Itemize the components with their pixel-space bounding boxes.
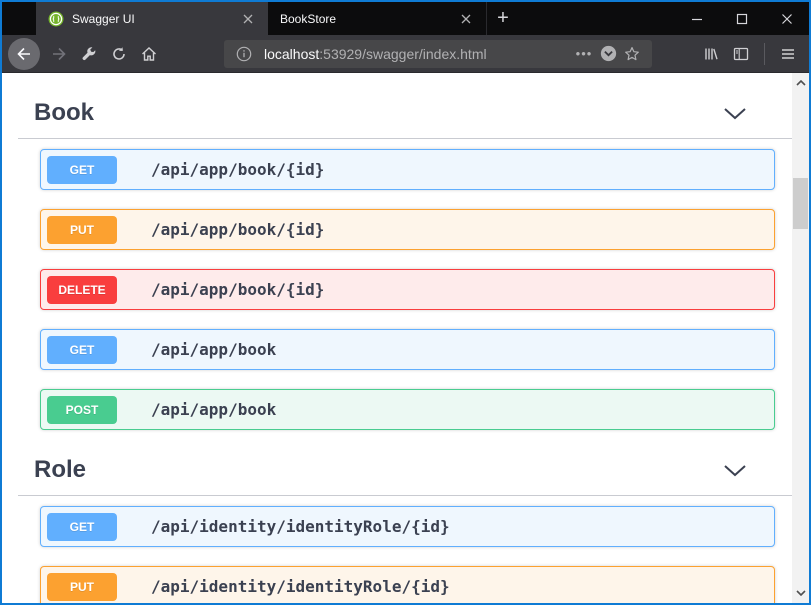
section-divider	[18, 138, 792, 139]
tools-button[interactable]	[74, 39, 104, 69]
url-bar[interactable]: localhost:53929/swagger/index.html •••	[224, 40, 652, 68]
titlebar-drag-area	[519, 2, 674, 35]
operation-row[interactable]: POST /api/app/book	[40, 389, 775, 430]
tab-swagger-ui[interactable]: Swagger UI	[36, 2, 268, 35]
chevron-down-icon[interactable]	[723, 464, 747, 477]
back-button[interactable]	[8, 38, 40, 70]
section-header[interactable]: Role	[40, 456, 775, 484]
pocket-button[interactable]	[596, 42, 620, 66]
bookmark-star-button[interactable]	[620, 42, 644, 66]
maximize-button[interactable]	[719, 2, 764, 35]
operation-path: /api/app/book	[151, 340, 276, 359]
minimize-button[interactable]	[674, 2, 719, 35]
toolbar-divider	[764, 43, 765, 65]
operation-path: /api/identity/identityRole/{id}	[151, 577, 450, 596]
operation-path: /api/app/book/{id}	[151, 220, 324, 239]
operation-list: GET /api/identity/identityRole/{id} PUT …	[40, 506, 775, 603]
tab-title: BookStore	[280, 12, 456, 26]
window-controls	[674, 2, 809, 35]
api-section: Role GET /api/identity/identityRole/{id}…	[40, 456, 775, 603]
api-sections: Book GET /api/app/book/{id} PUT /api/app…	[40, 99, 775, 603]
menu-button[interactable]	[773, 39, 803, 69]
swagger-page: Book GET /api/app/book/{id} PUT /api/app…	[2, 73, 792, 603]
pocket-icon	[600, 45, 617, 62]
tab-strip: Swagger UI BookStore +	[36, 2, 519, 35]
operation-row[interactable]: GET /api/app/book/{id}	[40, 149, 775, 190]
home-button[interactable]	[134, 39, 164, 69]
tab-title: Swagger UI	[72, 12, 238, 26]
section-title: Book	[34, 99, 94, 127]
tab-bar: Swagger UI BookStore +	[2, 2, 809, 35]
sidebar-button[interactable]	[726, 39, 756, 69]
operation-path: /api/identity/identityRole/{id}	[151, 517, 450, 536]
tab-close-icon[interactable]	[456, 9, 476, 29]
method-badge: GET	[47, 513, 117, 541]
browser-window: Swagger UI BookStore +	[0, 0, 811, 605]
method-badge: GET	[47, 156, 117, 184]
browser-viewport: Book GET /api/app/book/{id} PUT /api/app…	[2, 73, 809, 603]
section-header[interactable]: Book	[40, 99, 775, 127]
tabbar-corner-spacer	[2, 2, 36, 35]
url-path: :53929/swagger/index.html	[319, 46, 486, 62]
library-icon	[703, 46, 719, 62]
method-badge: GET	[47, 336, 117, 364]
new-tab-button[interactable]: +	[487, 2, 519, 35]
page-actions-button[interactable]: •••	[572, 42, 596, 66]
api-section: Book GET /api/app/book/{id} PUT /api/app…	[40, 99, 775, 430]
scroll-up-arrow[interactable]	[792, 75, 809, 91]
operation-path: /api/app/book/{id}	[151, 160, 324, 179]
method-badge: POST	[47, 396, 117, 424]
reload-button[interactable]	[104, 39, 134, 69]
section-title: Role	[34, 456, 86, 484]
operation-path: /api/app/book	[151, 400, 276, 419]
site-info-icon[interactable]	[232, 42, 256, 66]
star-icon	[624, 46, 640, 62]
vertical-scrollbar[interactable]	[792, 73, 809, 603]
scroll-down-arrow[interactable]	[792, 585, 809, 601]
home-icon	[141, 46, 157, 62]
method-badge: PUT	[47, 216, 117, 244]
wrench-icon	[81, 46, 97, 62]
operation-row[interactable]: DELETE /api/app/book/{id}	[40, 269, 775, 310]
close-window-button[interactable]	[764, 2, 809, 35]
operation-row[interactable]: GET /api/app/book	[40, 329, 775, 370]
operation-row[interactable]: PUT /api/identity/identityRole/{id}	[40, 566, 775, 603]
tab-bookstore[interactable]: BookStore	[268, 2, 487, 35]
forward-button[interactable]	[44, 39, 74, 69]
scrollbar-thumb[interactable]	[793, 178, 808, 229]
reload-icon	[111, 46, 127, 62]
forward-icon	[51, 46, 67, 62]
tab-close-icon[interactable]	[238, 9, 258, 29]
url-host: localhost	[264, 46, 319, 62]
operation-row[interactable]: PUT /api/app/book/{id}	[40, 209, 775, 250]
hamburger-icon	[780, 46, 796, 62]
method-badge: PUT	[47, 573, 117, 601]
swagger-favicon-icon	[48, 11, 64, 27]
chevron-down-icon[interactable]	[723, 107, 747, 120]
toolbar-right-cluster	[696, 39, 803, 69]
url-text[interactable]: localhost:53929/swagger/index.html	[264, 46, 572, 62]
operation-row[interactable]: GET /api/identity/identityRole/{id}	[40, 506, 775, 547]
section-divider	[18, 495, 792, 496]
navigation-toolbar: localhost:53929/swagger/index.html •••	[2, 35, 809, 73]
operation-list: GET /api/app/book/{id} PUT /api/app/book…	[40, 149, 775, 430]
operation-path: /api/app/book/{id}	[151, 280, 324, 299]
method-badge: DELETE	[47, 276, 117, 304]
library-button[interactable]	[696, 39, 726, 69]
sidebar-icon	[733, 46, 749, 62]
